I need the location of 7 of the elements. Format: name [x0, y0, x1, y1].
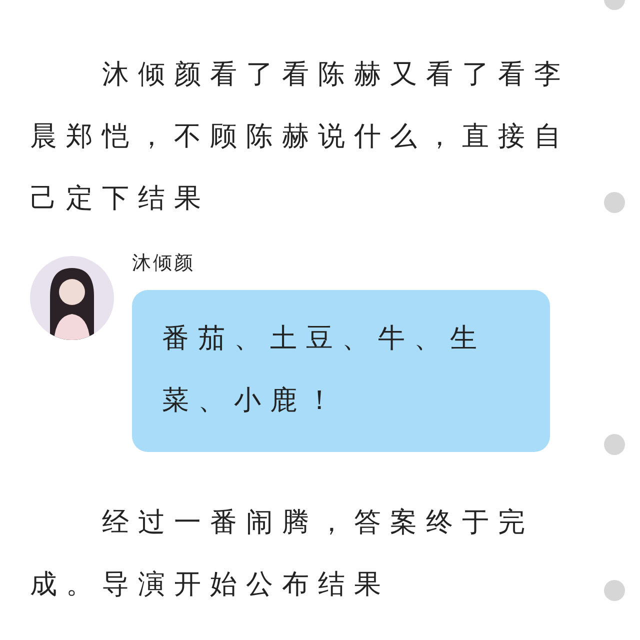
- sender-name: 沐倾颜: [132, 251, 196, 276]
- marker-dot: [604, 434, 625, 455]
- story-paragraph: 沐倾颜看了看陈赫又看了看李晨郑恺，不顾陈赫说什么，直接自己定下结果: [30, 58, 571, 216]
- marker-dot: [604, 580, 625, 601]
- marker-dot: [604, 192, 625, 213]
- story-paragraph: 经过一番闹腾，答案终于完成。导演开始公布结果: [30, 506, 535, 602]
- message-bubble: 番茄、土豆、牛、生菜、小鹿！: [132, 290, 550, 452]
